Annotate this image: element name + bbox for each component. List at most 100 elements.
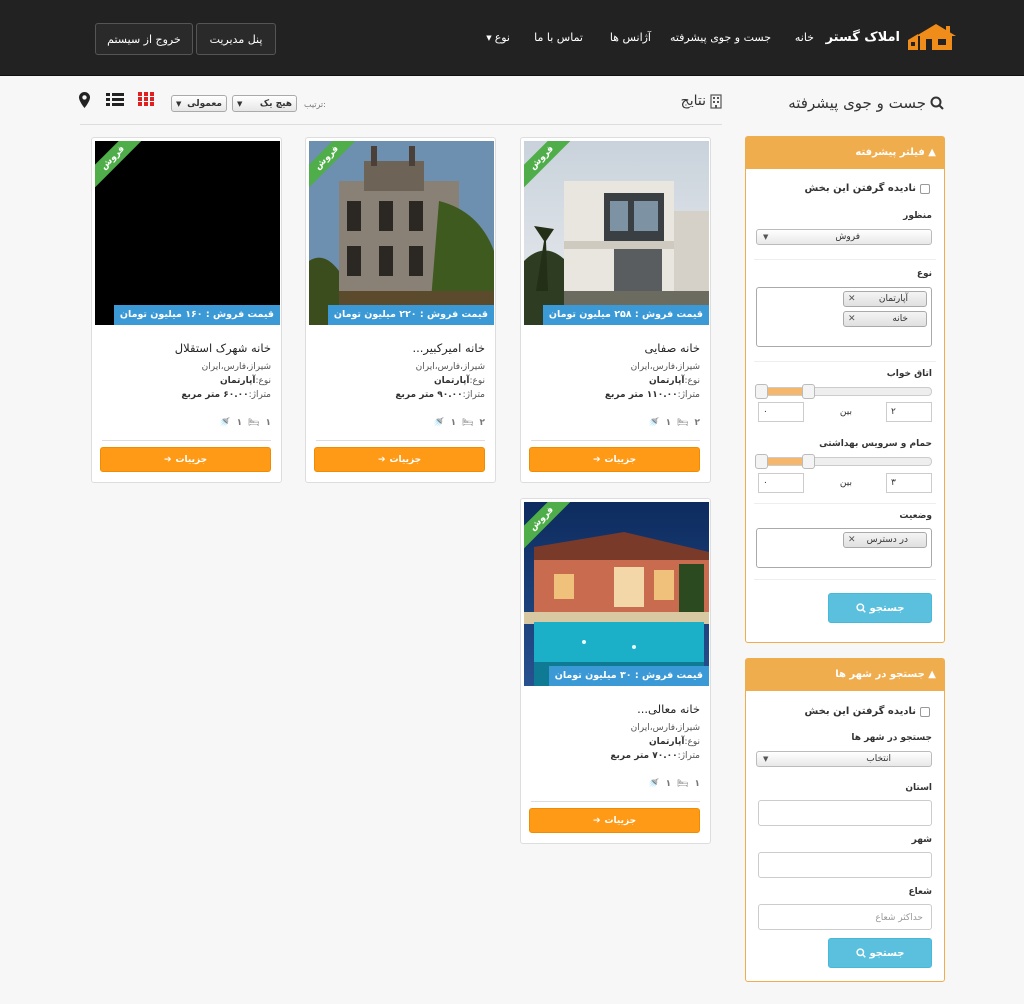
status-tag-available: در دسترس ✕ (843, 532, 927, 548)
property-title[interactable]: خانه شهرک استقلال (175, 341, 271, 355)
status-tag-input[interactable]: در دسترس ✕ (756, 528, 932, 568)
city-ignore-checkbox[interactable] (920, 706, 930, 717)
property-area: متراژ:۹۰.۰۰ متر مربع (395, 390, 485, 400)
shower-icon: 🚿 (433, 418, 445, 428)
nav-link-advanced-search[interactable]: جست و جوی پیشرفته (670, 31, 771, 44)
advanced-search-title: جست و جوی پیشرفته (788, 94, 944, 112)
property-title[interactable]: خانه امیرکبیر... (412, 341, 485, 355)
bed-count: ۲ (479, 418, 486, 428)
bathroom-slider-max-handle[interactable] (802, 454, 815, 469)
divider (531, 440, 700, 441)
bedroom-label: اتاق خواب (886, 369, 932, 379)
bedroom-min-input[interactable]: ۰ (758, 402, 804, 422)
grid-view-icon[interactable] (138, 92, 155, 107)
property-photo[interactable]: فروش قیمت فروش : ۳۰ میلیون تومان (524, 502, 709, 686)
purpose-label: منظور (903, 211, 932, 221)
property-area-label: متراژ: (248, 390, 271, 400)
bed-icon: 🛏 (462, 418, 474, 428)
details-button[interactable]: جزییات ➔ (314, 447, 485, 472)
divider (102, 440, 271, 441)
remove-tag-icon[interactable]: ✕ (848, 533, 856, 547)
results-divider (80, 124, 722, 125)
sale-ribbon: فروش (95, 141, 145, 190)
city-label: شهر (911, 835, 932, 845)
bed-count: ۱ (265, 418, 272, 428)
city-search-panel: ▲ جستجو در شهر ها نادیده گرفتن این بخش ج… (745, 658, 945, 982)
bed-icon: 🛏 (248, 418, 260, 428)
bathroom-slider-min-handle[interactable] (755, 454, 768, 469)
advanced-filter-heading[interactable]: ▲ فیلتر پیشرفته (746, 137, 944, 169)
property-photo[interactable]: فروش قیمت فروش : ۲۵۸ میلیون تومان (524, 141, 709, 325)
bed-count: ۱ (694, 779, 701, 789)
property-type: نوع:آپارتمان (434, 376, 485, 386)
bedroom-range-slider[interactable] (755, 384, 932, 399)
brand-name: املاک گستر (825, 30, 900, 45)
bedroom-max-input[interactable]: ۲ (886, 402, 932, 422)
city-ignore-label: نادیده گرفتن این بخش (804, 706, 916, 717)
details-button[interactable]: جزییات ➔ (529, 447, 700, 472)
city-search-button[interactable]: جستجو (828, 938, 932, 968)
details-button[interactable]: جزییات ➔ (529, 808, 700, 833)
brand-logo[interactable]: املاک گستر (826, 18, 958, 58)
logout-button[interactable]: خروج از سیستم (95, 23, 193, 55)
divider (754, 361, 936, 362)
bedroom-slider-min-handle[interactable] (755, 384, 768, 399)
bathroom-max-input[interactable]: ۳ (886, 473, 932, 493)
bathroom-range-slider[interactable] (755, 454, 932, 469)
city-input[interactable] (758, 852, 932, 878)
remove-tag-icon[interactable]: ✕ (848, 312, 856, 326)
divider (531, 801, 700, 802)
arrow-right-icon: ➔ (377, 454, 386, 465)
caret-down-icon: ▼ (763, 755, 769, 763)
top-navbar: املاک گستر خانه جست و جوی پیشرفته آژانس … (0, 0, 1024, 76)
property-photo[interactable]: فروش قیمت فروش : ۲۲۰ میلیون تومان (309, 141, 494, 325)
filter-search-button[interactable]: جستجو (828, 593, 932, 623)
property-type: نوع:آپارتمان (649, 376, 700, 386)
property-card: فروش قیمت فروش : ۲۲۰ میلیون تومان خانه ا… (305, 137, 496, 483)
nav-link-contact[interactable]: تماس با ما (534, 31, 583, 44)
nav-link-home[interactable]: خانه (795, 31, 814, 44)
bath-count: ۱ (665, 418, 672, 428)
bath-count: ۱ (236, 418, 243, 428)
property-area: متراژ:۶۰.۰۰ متر مربع (181, 390, 271, 400)
property-photo-image (524, 141, 709, 325)
property-area-value: ۹۰.۰۰ متر مربع (395, 390, 463, 400)
property-type-value: آپارتمان (648, 376, 685, 386)
property-title[interactable]: خانه معالی... (637, 702, 700, 716)
property-type: نوع:آپارتمان (220, 376, 271, 386)
city-search-heading[interactable]: ▲ جستجو در شهر ها (746, 659, 944, 691)
bathroom-min-input[interactable]: ۰ (758, 473, 804, 493)
details-button[interactable]: جزییات ➔ (100, 447, 271, 472)
nav-dropdown-type[interactable]: نوع ▼ (486, 31, 510, 44)
order-select[interactable]: معمولی ▼ (171, 95, 227, 112)
details-button-label: جزییات (389, 454, 422, 465)
remove-tag-icon[interactable]: ✕ (848, 292, 856, 306)
property-title[interactable]: خانه صفایی (644, 341, 700, 355)
caret-down-icon: ▼ (763, 233, 769, 241)
property-type-value: آپارتمان (648, 737, 685, 747)
type-tag-input[interactable]: آپارتمان ✕ خانه ✕ (756, 287, 932, 347)
advanced-search-title-text: جست و جوی پیشرفته (788, 94, 926, 112)
admin-panel-button[interactable]: پنل مدیریت (196, 23, 276, 55)
shower-icon: 🚿 (219, 418, 231, 428)
details-button-label: جزییات (604, 815, 637, 826)
arrow-right-icon: ➔ (592, 815, 601, 826)
advanced-filter-heading-text: فیلتر پیشرفته (855, 147, 925, 158)
city-select[interactable]: انتخاب ▼ (756, 751, 932, 767)
price-label: قیمت فروش : ۲۲۰ میلیون تومان (327, 305, 494, 325)
property-photo[interactable]: فروش قیمت فروش : ۱۶۰ میلیون تومان (95, 141, 280, 325)
province-input[interactable] (758, 800, 932, 826)
filter-ignore-row[interactable]: نادیده گرفتن این بخش (805, 183, 930, 194)
list-view-icon[interactable] (106, 93, 124, 107)
radius-input[interactable]: حداکثر شعاع (758, 904, 932, 930)
filter-ignore-checkbox[interactable] (920, 183, 930, 194)
city-search-label: جستجو در شهر ها (851, 733, 932, 743)
caret-down-icon: ▼ (486, 33, 492, 42)
bathroom-between-label: بین (839, 478, 852, 488)
bedroom-slider-max-handle[interactable] (802, 384, 815, 399)
purpose-select[interactable]: فروش ▼ (756, 229, 932, 245)
city-ignore-row[interactable]: نادیده گرفتن این بخش (805, 706, 930, 717)
nav-link-agencies[interactable]: آژانس ها (610, 31, 651, 44)
map-marker-icon[interactable] (79, 92, 90, 108)
sort-select[interactable]: هیچ یک ▼ (232, 95, 297, 112)
